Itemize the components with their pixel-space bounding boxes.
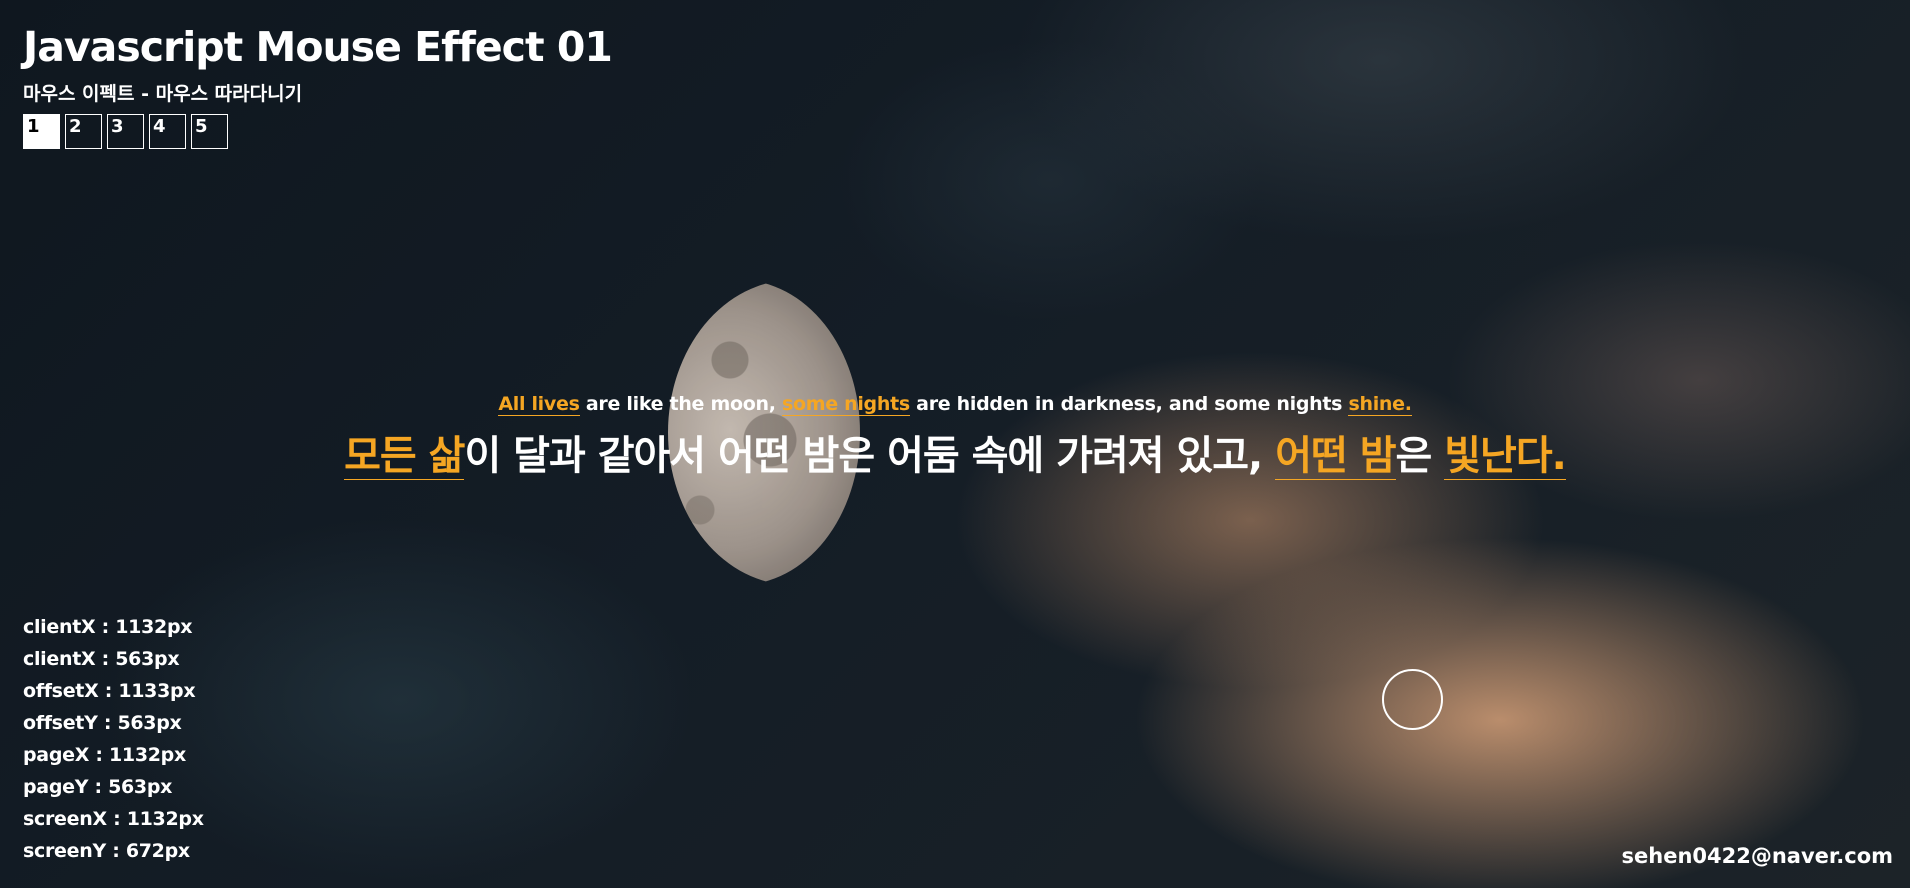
author-email: sehen0422@naver.com [1621, 844, 1893, 868]
quote-ko-highlight[interactable]: 모든 삶 [344, 433, 465, 480]
page-title: Javascript Mouse Effect 01 [23, 23, 613, 71]
quote: All lives are like the moon, some nights… [0, 390, 1910, 484]
effect-pagination: 1 2 3 4 5 [23, 114, 612, 149]
page-link-1[interactable]: 1 [23, 114, 60, 149]
quote-korean: 모든 삶이 달과 같아서 어떤 밤은 어둠 속에 가려져 있고, 어떤 밤은 빛… [0, 428, 1910, 484]
page-link-4[interactable]: 4 [149, 114, 186, 149]
coord-client-x: clientX : 1132px [23, 616, 193, 638]
quote-en-text: are like the moon, [579, 393, 782, 415]
coord-screen-x: screenX : 1132px [23, 808, 204, 830]
quote-en-highlight[interactable]: some nights [781, 393, 910, 416]
coord-page-y: pageY : 563px [23, 776, 173, 798]
quote-ko-highlight[interactable]: 어떤 밤 [1275, 433, 1397, 480]
quote-ko-text: 은 [1395, 433, 1445, 479]
page-link-3[interactable]: 3 [107, 114, 144, 149]
page-link-2[interactable]: 2 [65, 114, 102, 149]
mouse-coordinates: clientX : 1132px clientX : 563px offsetX… [23, 611, 204, 867]
page-subtitle: 마우스 이펙트 - 마우스 따라다니기 [23, 83, 303, 105]
page-link-5[interactable]: 5 [191, 114, 228, 149]
coord-offset-x: offsetX : 1133px [23, 680, 196, 702]
coord-page-x: pageX : 1132px [23, 744, 186, 766]
quote-en-highlight[interactable]: shine. [1348, 393, 1412, 416]
coord-screen-y: screenY : 672px [23, 840, 190, 862]
quote-en-text: are hidden in darkness, and some nights [909, 393, 1349, 415]
quote-ko-highlight[interactable]: 빛난다. [1444, 433, 1567, 480]
quote-ko-text: 이 달과 같아서 어떤 밤은 어둠 속에 가려져 있고, [464, 433, 1276, 479]
header: Javascript Mouse Effect 01 마우스 이펙트 - 마우스… [23, 22, 613, 149]
quote-english: All lives are like the moon, some nights… [0, 390, 1910, 418]
coord-offset-y: offsetY : 563px [23, 712, 182, 734]
coord-client-y: clientX : 563px [23, 648, 180, 670]
quote-en-highlight[interactable]: All lives [498, 393, 580, 416]
mouse-cursor-circle [1382, 669, 1443, 730]
